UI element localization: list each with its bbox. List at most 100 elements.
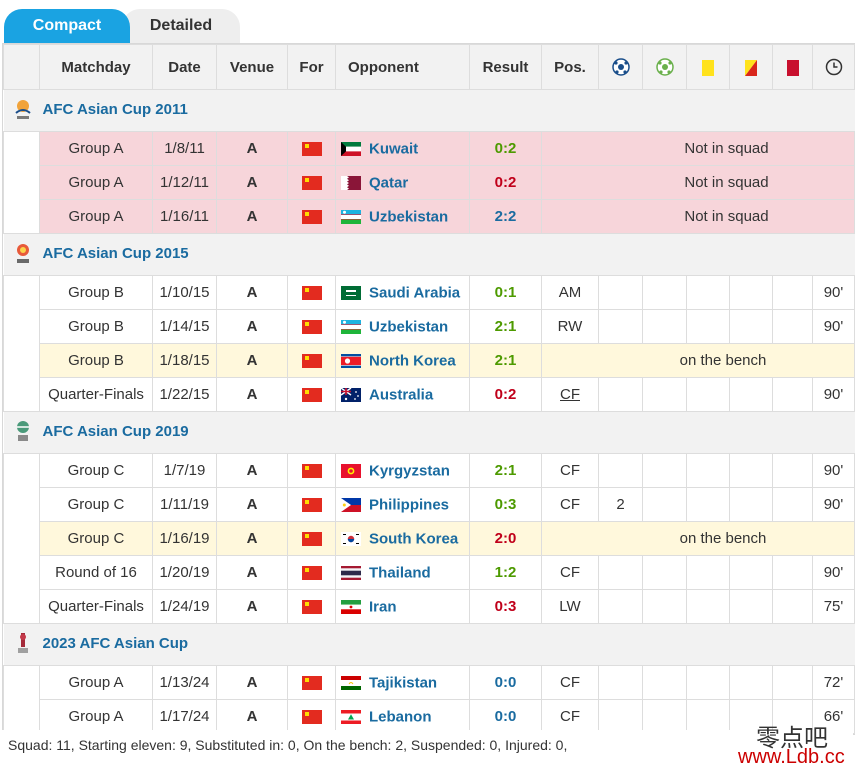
- nkorea-flag-icon[interactable]: [341, 353, 361, 368]
- result-link[interactable]: 0:2: [495, 386, 517, 403]
- china-flag-icon[interactable]: [301, 388, 322, 403]
- position-value: RW: [557, 318, 583, 335]
- header-pos[interactable]: Pos.: [541, 44, 599, 90]
- red-cell: [772, 665, 813, 700]
- opponent-link[interactable]: Iran: [369, 598, 397, 615]
- opponent-link[interactable]: Qatar: [369, 174, 408, 191]
- china-flag-icon[interactable]: [301, 676, 322, 691]
- china-flag-icon[interactable]: [301, 210, 322, 225]
- date-cell: 1/16/19: [152, 521, 217, 556]
- result-cell: 2:0: [469, 521, 542, 556]
- header-date[interactable]: Date: [152, 44, 217, 90]
- opponent-link[interactable]: Lebanon: [369, 708, 432, 725]
- china-flag-icon[interactable]: [301, 710, 322, 725]
- australia-flag-icon[interactable]: [340, 387, 361, 402]
- matchday-cell: Group A: [39, 131, 153, 166]
- opponent-cell: North Korea: [335, 343, 470, 378]
- header-opponent[interactable]: Opponent: [335, 44, 470, 90]
- opponent-cell: Qatar: [335, 165, 470, 200]
- result-link[interactable]: 0:1: [495, 284, 517, 301]
- result-link[interactable]: 0:0: [495, 674, 517, 691]
- watermark-url: www.Ldb.cc: [738, 746, 845, 768]
- china-flag-icon[interactable]: [301, 532, 322, 547]
- qatar-flag-icon[interactable]: [341, 175, 361, 190]
- competition-name[interactable]: AFC Asian Cup 2015: [43, 245, 189, 262]
- result-link[interactable]: 2:1: [495, 318, 517, 335]
- opponent-link[interactable]: South Korea: [369, 530, 458, 547]
- result-link[interactable]: 2:1: [495, 352, 517, 369]
- header-for[interactable]: For: [287, 44, 336, 90]
- result-link[interactable]: 0:3: [495, 598, 517, 615]
- tajik-flag-icon[interactable]: [341, 675, 361, 690]
- venue-cell: A: [216, 199, 288, 234]
- yellow-red-cell: [729, 275, 773, 310]
- result-link[interactable]: 2:2: [495, 208, 517, 225]
- opponent-link[interactable]: Thailand: [369, 564, 431, 581]
- skorea-flag-icon[interactable]: [341, 531, 361, 546]
- result-link[interactable]: 0:3: [495, 496, 517, 513]
- competition-name[interactable]: AFC Asian Cup 2011: [43, 101, 188, 118]
- header-venue[interactable]: Venue: [216, 44, 288, 90]
- china-flag-icon[interactable]: [301, 286, 322, 301]
- opponent-cell: Philippines: [335, 487, 470, 522]
- china-flag-icon[interactable]: [301, 464, 322, 479]
- china-flag-icon[interactable]: [301, 566, 322, 581]
- opponent-link[interactable]: Tajikistan: [369, 674, 437, 691]
- assists-cell: [642, 377, 687, 412]
- assists-cell: [642, 275, 687, 310]
- lebanon-flag-icon[interactable]: [341, 709, 361, 724]
- iran-flag-icon[interactable]: [341, 599, 361, 614]
- thailand-flag-icon[interactable]: [341, 565, 361, 580]
- competition-name[interactable]: AFC Asian Cup 2019: [43, 423, 189, 440]
- result-link[interactable]: 0:2: [495, 140, 517, 157]
- table-row: Group B 1/14/15 A Uzbekistan 2:1 RW 90': [3, 309, 855, 344]
- opponent-link[interactable]: Kyrgyzstan: [369, 462, 450, 479]
- tab-detailed[interactable]: Detailed: [122, 9, 240, 44]
- pos-cell: CF: [541, 699, 599, 734]
- opponent-link[interactable]: Uzbekistan: [369, 208, 448, 225]
- result-cell: 2:1: [469, 343, 542, 378]
- header-result[interactable]: Result: [469, 44, 542, 90]
- competition-row: AFC Asian Cup 2015: [3, 233, 855, 276]
- result-link[interactable]: 2:0: [495, 530, 517, 547]
- opponent-link[interactable]: Saudi Arabia: [369, 284, 460, 301]
- competition-name[interactable]: 2023 AFC Asian Cup: [43, 635, 189, 652]
- goals-cell: [598, 589, 643, 624]
- tab-compact[interactable]: Compact: [4, 9, 130, 44]
- china-flag-icon[interactable]: [301, 320, 322, 335]
- china-flag-icon[interactable]: [301, 142, 322, 157]
- uzbekistan-flag-icon[interactable]: [341, 209, 361, 224]
- for-cell: [287, 377, 336, 412]
- china-flag-icon[interactable]: [301, 354, 322, 369]
- kyrgyz-flag-icon[interactable]: [341, 463, 361, 478]
- opponent-link[interactable]: Uzbekistan: [369, 318, 448, 335]
- result-link[interactable]: 0:2: [495, 174, 517, 191]
- assists-cell: [642, 309, 687, 344]
- opponent-link[interactable]: Australia: [369, 386, 433, 403]
- kuwait-flag-icon[interactable]: [341, 141, 361, 156]
- competition-logo-icon[interactable]: [12, 631, 34, 657]
- red-cell: [772, 487, 813, 522]
- yellow-red-cell: [729, 665, 773, 700]
- result-link[interactable]: 2:1: [495, 462, 517, 479]
- china-flag-icon[interactable]: [301, 176, 322, 191]
- uzbekistan-flag-icon[interactable]: [341, 319, 361, 334]
- competition-logo-icon[interactable]: [12, 419, 34, 445]
- opponent-link[interactable]: Kuwait: [369, 140, 418, 157]
- result-link[interactable]: 0:0: [495, 708, 517, 725]
- header-matchday[interactable]: Matchday: [39, 44, 153, 90]
- opponent-link[interactable]: Philippines: [369, 496, 449, 513]
- competition-logo-icon[interactable]: [12, 97, 34, 123]
- result-link[interactable]: 1:2: [495, 564, 517, 581]
- red-card-icon: [786, 59, 799, 76]
- china-flag-icon[interactable]: [301, 498, 322, 513]
- position-value[interactable]: CF: [560, 386, 580, 403]
- saudi-flag-icon[interactable]: [341, 285, 361, 300]
- position-value: CF: [560, 496, 580, 513]
- philippines-flag-icon[interactable]: [341, 497, 361, 512]
- china-flag-icon[interactable]: [301, 600, 322, 615]
- goals-cell: 2: [598, 487, 643, 522]
- competition-logo-icon[interactable]: [12, 241, 34, 267]
- opponent-link[interactable]: North Korea: [369, 352, 456, 369]
- yellow-red-cell: [729, 309, 773, 344]
